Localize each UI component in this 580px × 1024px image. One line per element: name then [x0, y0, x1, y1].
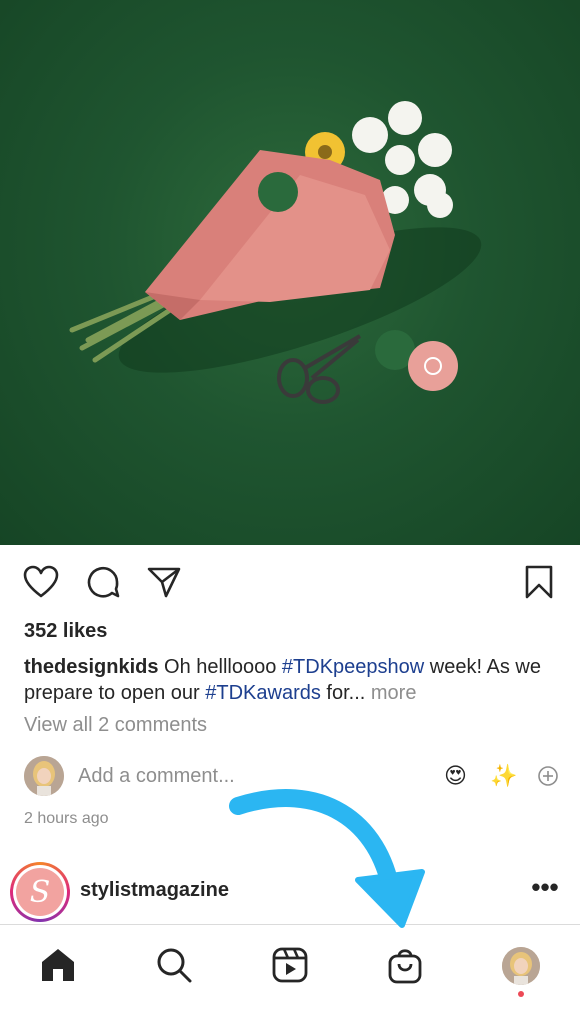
add-comment-row: Add a comment... 😍 ✨ — [0, 756, 580, 798]
bookmark-icon[interactable] — [519, 560, 559, 604]
bottom-tab-bar — [0, 924, 580, 1024]
reels-icon[interactable] — [268, 943, 312, 987]
search-icon[interactable] — [152, 943, 196, 987]
emoji-sparkles[interactable]: ✨ — [490, 764, 517, 788]
post-timestamp: 2 hours ago — [24, 810, 109, 827]
caption-username[interactable]: thedesignkids — [24, 656, 158, 678]
post-caption: thedesignkids Oh hellloooo #TDKpeepshow … — [24, 654, 560, 706]
plus-circle-icon[interactable] — [530, 756, 566, 796]
profile-tab-avatar[interactable] — [502, 947, 540, 985]
hashtag-link[interactable]: #TDKawards — [205, 682, 321, 704]
like-count[interactable]: 352 likes — [24, 620, 107, 643]
shopping-bag-icon[interactable] — [383, 943, 427, 987]
add-comment-input[interactable]: Add a comment... — [78, 765, 235, 788]
bouquet-photo — [69, 101, 482, 404]
view-all-comments-link[interactable]: View all 2 comments — [24, 714, 207, 737]
avatar: S — [16, 868, 64, 916]
avatar — [24, 756, 64, 796]
post-image[interactable] — [0, 0, 580, 545]
next-post-username[interactable]: stylistmagazine — [80, 879, 229, 902]
comment-icon[interactable] — [83, 560, 123, 604]
send-icon[interactable] — [144, 560, 184, 604]
heart-icon[interactable] — [21, 560, 61, 604]
more-options-icon[interactable]: ••• — [530, 874, 560, 906]
story-ring[interactable]: S — [10, 862, 70, 922]
home-icon[interactable] — [36, 943, 80, 987]
caption-text: for... — [320, 682, 371, 704]
emoji-heart-eyes[interactable]: 😍 — [444, 764, 467, 788]
next-post-header: S stylistmagazine ••• — [0, 858, 580, 924]
post-actions — [0, 560, 580, 606]
notification-dot — [518, 991, 524, 997]
caption-text: Oh hellloooo — [158, 656, 282, 678]
more-link[interactable]: more — [371, 682, 417, 704]
hashtag-link[interactable]: #TDKpeepshow — [282, 656, 424, 678]
